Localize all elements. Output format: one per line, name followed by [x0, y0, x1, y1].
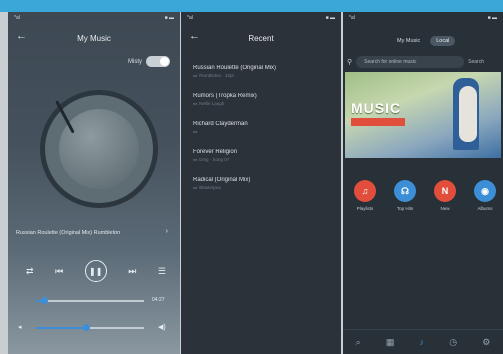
elapsed-time: 04:27 [152, 297, 165, 303]
signal-indicator: *al [349, 15, 355, 21]
track-title: Radical (Original Mix) [193, 177, 251, 183]
track-artist: Rumbleton · 32pt [199, 73, 234, 78]
banner-subtitle-strip [351, 118, 405, 126]
status-bar: *al ■ ▬ [343, 12, 503, 24]
disc-artwork [59, 109, 139, 189]
signal-indicator: *al [187, 15, 193, 21]
pause-icon: ❚❚ [89, 266, 103, 276]
track-subtitle: ▭ Ding · Song 07 [193, 157, 329, 163]
track-artist: Ding · Song 07 [199, 157, 230, 162]
tab-local[interactable]: Local [430, 36, 456, 46]
track-title: Russian Roulette (Original Mix) [193, 65, 277, 71]
track-subtitle: ▭ Nellie Laugh [193, 101, 329, 107]
previous-icon[interactable]: ⏮ [55, 266, 63, 277]
category-label: Albums [477, 206, 493, 211]
bottom-nav: ⌕ ▦ ♪ ◷ ⚙ [343, 329, 503, 354]
list-item[interactable]: Radical (Original Mix) ▭ Blasterjaxx [181, 174, 341, 202]
nav-history-icon[interactable]: ◷ [449, 337, 457, 348]
category-label: Playlists [356, 206, 374, 211]
category-playlists[interactable]: ♫ Playlists [347, 180, 383, 211]
back-arrow-icon[interactable]: ← [16, 30, 27, 42]
new-icon: N [434, 180, 456, 202]
search-row: ⚲ Search for online music Search [347, 56, 503, 68]
promo-banner[interactable]: MUSIC [345, 72, 501, 158]
track-artist: Blasterjaxx [199, 185, 222, 190]
misty-toggle[interactable] [146, 56, 170, 67]
nav-grid-icon[interactable]: ▦ [386, 337, 395, 348]
page-title: Recent [248, 33, 274, 43]
now-playing-title: Russian Roulette (Original Mix) Rumbleto… [16, 230, 121, 236]
category-label: Top Hits [396, 206, 414, 211]
nav-settings-icon[interactable]: ⚙ [482, 337, 490, 348]
battery-indicator: ■ ▬ [164, 15, 174, 21]
back-arrow-icon[interactable]: ← [189, 30, 200, 42]
track-title: Forever Religion [193, 149, 238, 155]
list-item[interactable]: Richard Clayderman ▭ [181, 118, 341, 146]
track-subtitle: ▭ Blasterjaxx [193, 185, 329, 191]
category-row: ♫ Playlists ☊ Top Hits N New ◉ Albums [347, 180, 503, 211]
album-disc [40, 90, 158, 208]
battery-indicator: ■ ▬ [325, 15, 335, 21]
category-label: New [440, 206, 450, 211]
track-subtitle: ▭ [193, 129, 329, 135]
progress-handle[interactable] [41, 297, 48, 304]
playlist-icon[interactable]: ☰ [158, 266, 166, 277]
misty-label: Misty [128, 58, 142, 65]
battery-indicator: ■ ▬ [487, 15, 497, 21]
track-subtitle: ▭ Rumbleton · 32pt [193, 73, 329, 79]
headphones-icon: ☊ [394, 180, 416, 202]
hq-badge-icon: ▭ [193, 185, 198, 190]
header: ← My Music [8, 24, 180, 52]
signal-indicator: *al [14, 15, 20, 21]
playlists-icon: ♫ [354, 180, 376, 202]
chevron-right-icon[interactable]: › [166, 228, 168, 235]
track-title: Richard Clayderman [193, 121, 248, 127]
volume-slider[interactable] [36, 324, 144, 331]
recent-screen: *al ■ ▬ ← Recent Russian Roulette (Origi… [181, 12, 341, 354]
nav-search-icon[interactable]: ⌕ [356, 337, 361, 348]
page-title: My Music [77, 33, 111, 43]
toggle-knob [160, 57, 169, 66]
playback-controls: ⇄ ⏮ ❚❚ ⏭ ☰ [26, 260, 166, 282]
location-pin-icon[interactable]: ⚲ [347, 58, 352, 66]
track-title: Rumors (Tropka Remix) [193, 93, 257, 99]
volume-handle[interactable] [83, 324, 90, 331]
top-accent-strip [0, 0, 503, 12]
tab-my-music[interactable]: My Music [391, 36, 426, 46]
track-artist: Nellie Laugh [199, 101, 225, 106]
list-item[interactable]: Forever Religion ▭ Ding · Song 07 [181, 146, 341, 174]
misty-toggle-row: Misty [128, 56, 170, 67]
progress-slider[interactable] [36, 297, 144, 304]
banner-guitar-image [459, 86, 477, 142]
category-new[interactable]: N New [427, 180, 463, 211]
status-bar: *al ■ ▬ [8, 12, 180, 24]
player-screen: *al ■ ▬ ← My Music Misty Russian Roulett… [8, 12, 180, 354]
list-item[interactable]: Russian Roulette (Original Mix) ▭ Rumblet… [181, 62, 341, 90]
pause-button[interactable]: ❚❚ [84, 260, 107, 282]
shuffle-icon[interactable]: ⇄ [26, 266, 34, 277]
hq-badge-icon: ▭ [193, 157, 198, 162]
category-albums[interactable]: ◉ Albums [467, 180, 503, 211]
list-item[interactable]: Rumors (Tropka Remix) ▭ Nellie Laugh [181, 90, 341, 118]
recent-list: Russian Roulette (Original Mix) ▭ Rumblet… [181, 62, 341, 202]
volume-low-icon: ◂ [18, 324, 22, 331]
volume-fill [36, 327, 86, 329]
volume-high-icon: ◀) [158, 324, 166, 331]
hq-badge-icon: ▭ [193, 101, 198, 106]
search-button[interactable]: Search [468, 59, 484, 65]
online-music-screen: *al ■ ▬ My Music Local ⚲ Search for onli… [343, 12, 503, 354]
banner-headline: MUSIC [351, 100, 402, 116]
album-icon: ◉ [474, 180, 496, 202]
music-tabs: My Music Local [391, 36, 456, 46]
search-input[interactable]: Search for online music [356, 56, 465, 68]
hq-badge-icon: ▭ [193, 129, 198, 134]
status-bar: *al ■ ▬ [181, 12, 341, 24]
header: ← Recent [181, 24, 341, 52]
category-top-hits[interactable]: ☊ Top Hits [387, 180, 423, 211]
nav-music-icon[interactable]: ♪ [420, 337, 425, 347]
hq-badge-icon: ▭ [193, 73, 198, 78]
next-icon[interactable]: ⏭ [128, 266, 136, 277]
